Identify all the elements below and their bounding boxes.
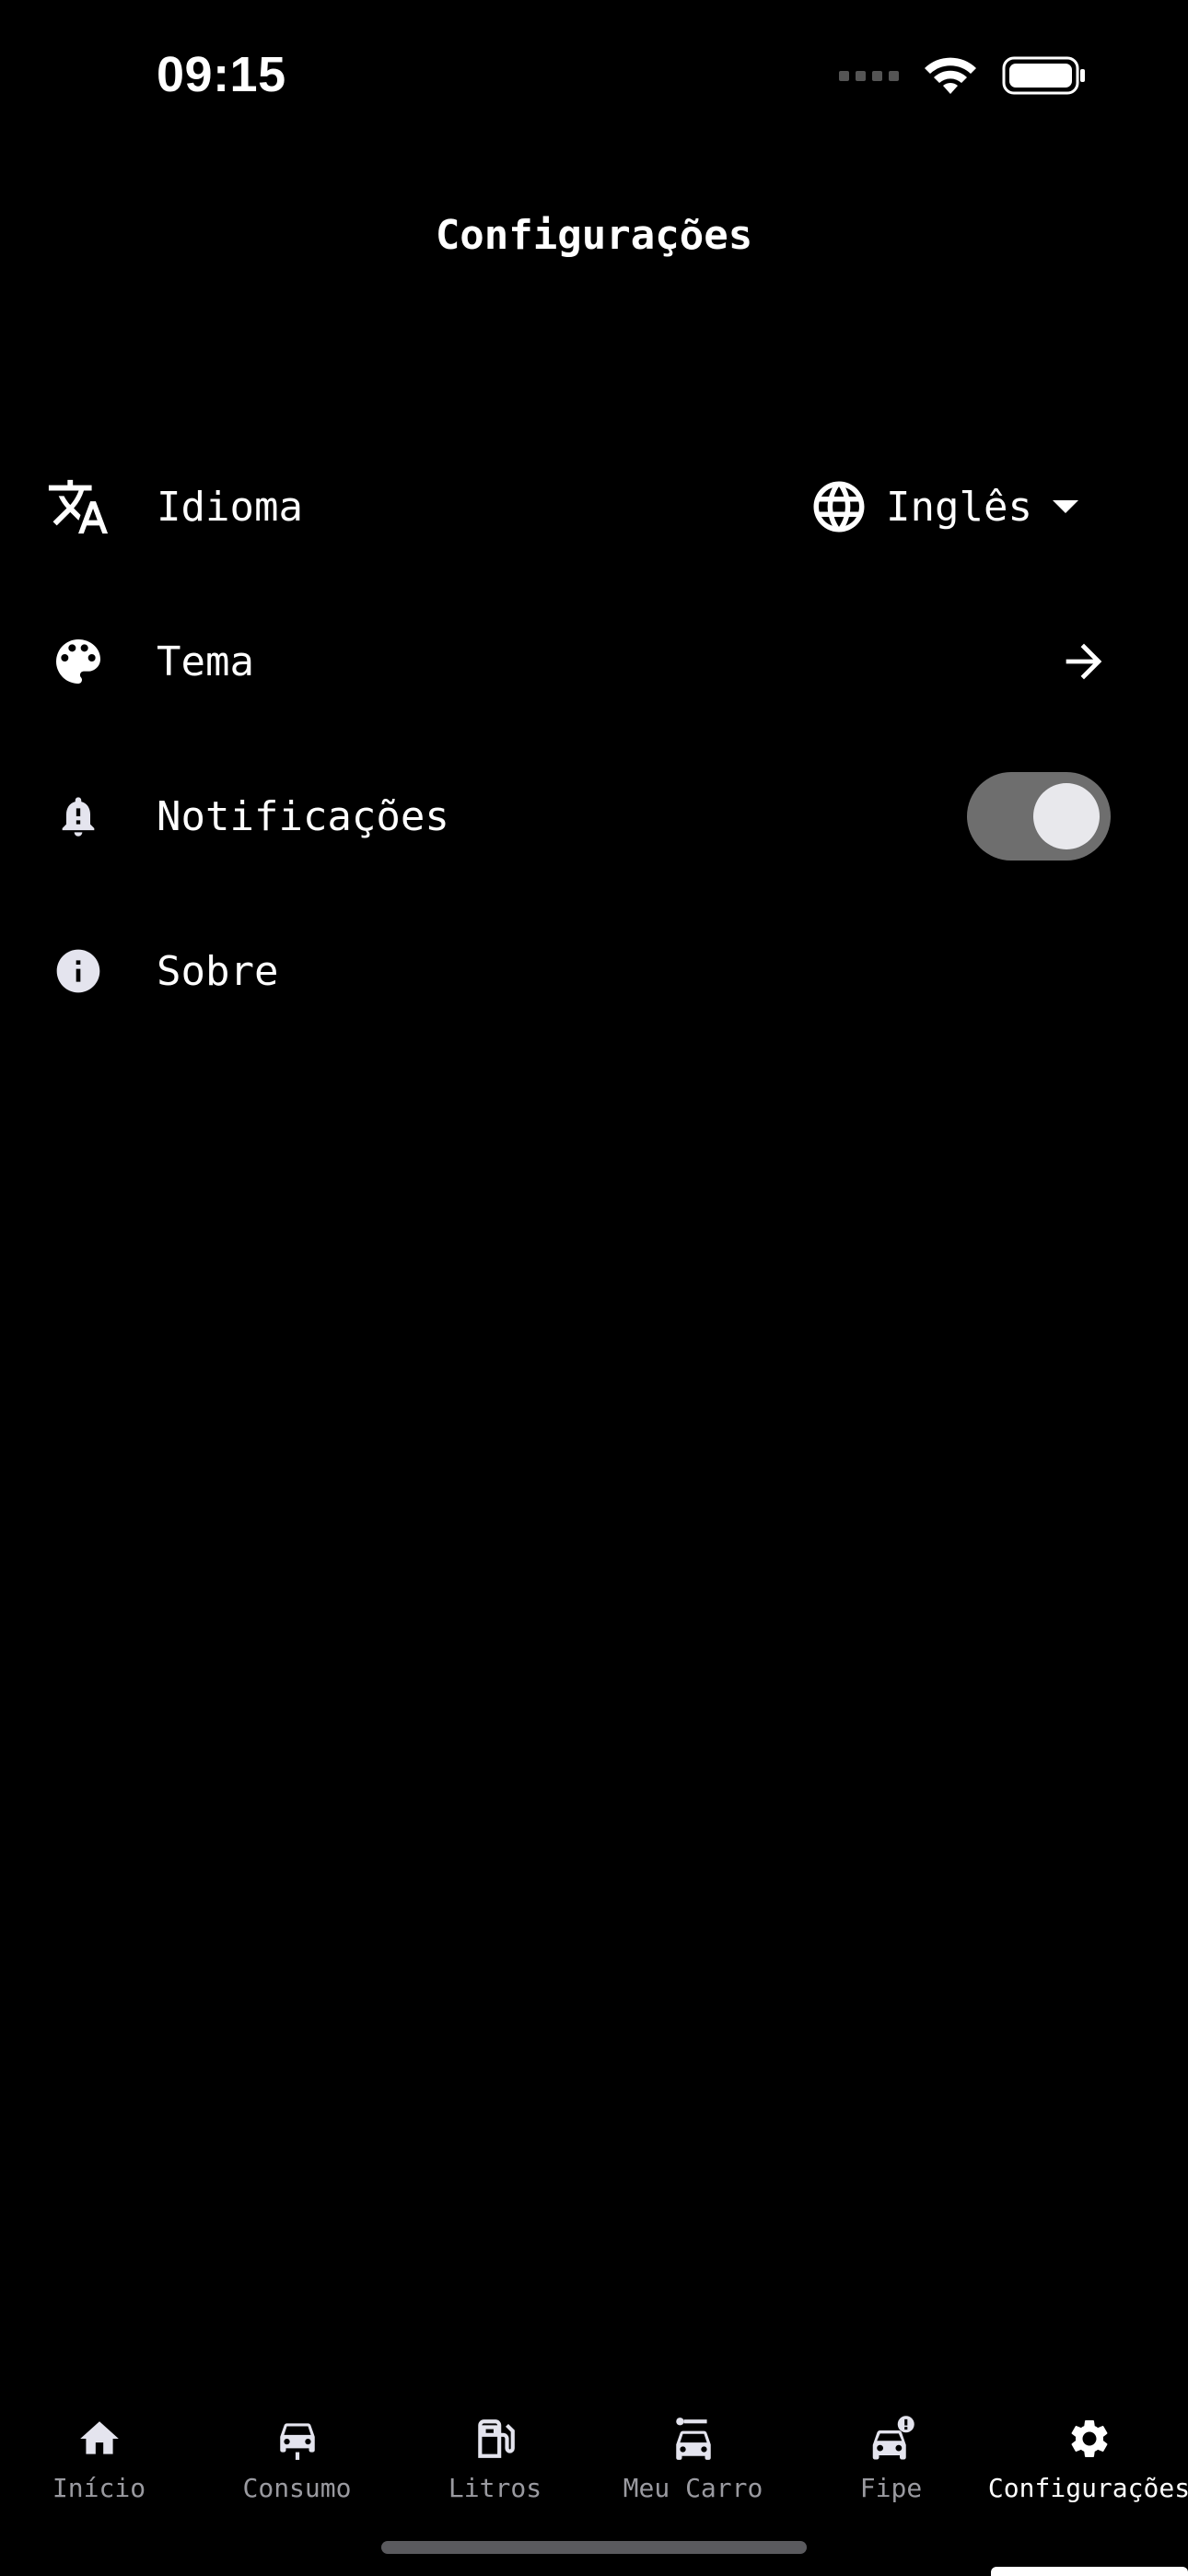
palette-icon (46, 629, 111, 694)
theme-label: Tema (157, 638, 254, 685)
tab-fipe[interactable]: Fipe (792, 2414, 990, 2503)
car-route-icon (669, 2414, 718, 2464)
tab-label: Litros (448, 2473, 542, 2503)
settings-row-theme[interactable]: Tema (0, 584, 1188, 739)
tab-bar: Início Consumo Litros Meu Carro Fipe Con… (0, 2414, 1188, 2534)
home-indicator (381, 2541, 807, 2554)
toggle-knob (1033, 783, 1100, 849)
active-tab-indicator (991, 2567, 1188, 2576)
language-dropdown[interactable]: Inglês (809, 476, 1082, 537)
settings-row-about[interactable]: Sobre (0, 894, 1188, 1048)
notifications-label: Notificações (157, 792, 449, 840)
tab-label: Início (52, 2473, 146, 2503)
tab-label: Fipe (859, 2473, 923, 2503)
gear-icon (1065, 2414, 1114, 2464)
tab-litros[interactable]: Litros (396, 2414, 594, 2503)
tab-label: Meu Carro (623, 2473, 763, 2503)
tab-inicio[interactable]: Início (0, 2414, 198, 2503)
status-time: 09:15 (157, 47, 286, 102)
page-title: Configurações (435, 212, 753, 259)
car-alert-icon (867, 2414, 916, 2464)
arrow-right-icon[interactable] (1057, 635, 1111, 688)
info-icon (46, 939, 111, 1003)
wifi-icon (925, 57, 976, 94)
language-label: Idioma (157, 483, 303, 531)
settings-row-language[interactable]: Idioma Inglês (0, 429, 1188, 584)
language-value: Inglês (886, 483, 1032, 531)
battery-icon (1002, 56, 1085, 95)
about-label: Sobre (157, 947, 279, 995)
tab-label: Configurações (987, 2473, 1188, 2503)
tab-label: Consumo (242, 2473, 352, 2503)
tab-consumo[interactable]: Consumo (198, 2414, 396, 2503)
cellular-signal-icon (839, 70, 899, 81)
settings-row-notifications[interactable]: Notificações (0, 739, 1188, 894)
bell-alert-icon (46, 784, 111, 849)
status-icons (839, 55, 1087, 96)
tab-meu-carro[interactable]: Meu Carro (594, 2414, 792, 2503)
caret-down-icon (1053, 500, 1078, 513)
globe-icon (813, 481, 865, 533)
fuel-pump-icon (471, 2414, 520, 2464)
tab-configuracoes[interactable]: Configurações (987, 2414, 1188, 2503)
translate-icon (46, 474, 111, 539)
car-icon (273, 2414, 322, 2464)
notifications-toggle[interactable] (967, 772, 1111, 861)
home-icon (75, 2414, 124, 2464)
